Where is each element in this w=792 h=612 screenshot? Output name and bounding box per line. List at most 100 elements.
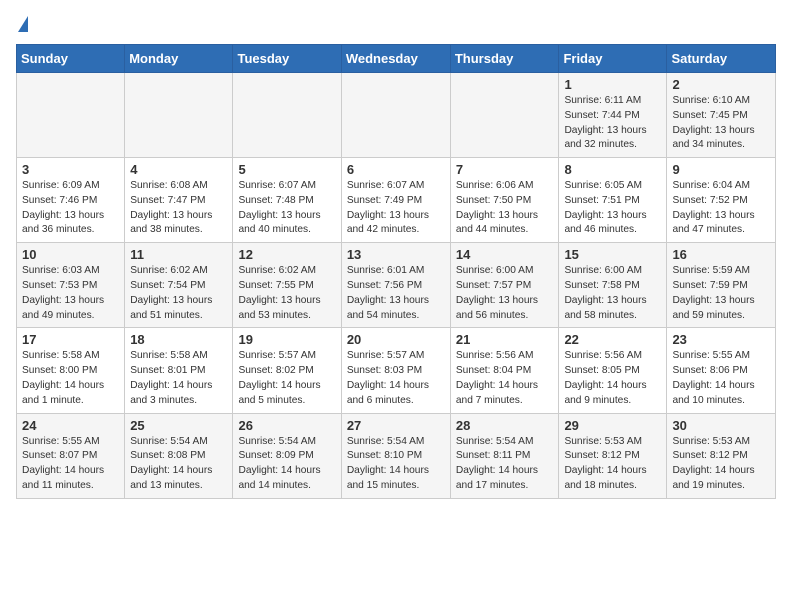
calendar-cell: 14 Sunrise: 6:00 AMSunset: 7:57 PMDayligh… — [450, 243, 559, 328]
day-number: 27 — [347, 418, 445, 433]
calendar-cell: 15 Sunrise: 6:00 AMSunset: 7:58 PMDayligh… — [559, 243, 667, 328]
day-info: Sunrise: 6:00 AMSunset: 7:58 PMDaylight:… — [564, 264, 661, 323]
calendar-cell: 7 Sunrise: 6:06 AMSunset: 7:50 PMDaylight… — [450, 158, 559, 243]
calendar-cell: 23 Sunrise: 5:55 AMSunset: 8:06 PMDayligh… — [667, 328, 776, 413]
calendar-cell: 3Sunrise: 6:09 AMSunset: 7:46 PMDaylight… — [17, 158, 125, 243]
day-info: Sunrise: 5:54 AMSunset: 8:11 PMDaylight:… — [456, 435, 554, 494]
page-header — [16, 16, 776, 32]
weekday-header-monday: Monday — [125, 45, 233, 73]
day-info: Sunrise: 6:04 AMSunset: 7:52 PMDaylight:… — [672, 179, 770, 238]
day-number: 15 — [564, 247, 661, 262]
day-info: Sunrise: 5:54 AMSunset: 8:09 PMDaylight:… — [238, 435, 335, 494]
weekday-header-thursday: Thursday — [450, 45, 559, 73]
calendar-cell — [125, 73, 233, 158]
calendar-cell: 26 Sunrise: 5:54 AMSunset: 8:09 PMDayligh… — [233, 413, 341, 498]
calendar-cell: 10Sunrise: 6:03 AMSunset: 7:53 PMDayligh… — [17, 243, 125, 328]
day-number: 13 — [347, 247, 445, 262]
calendar-cell: 20Sunrise: 5:57 AMSunset: 8:03 PMDayligh… — [341, 328, 450, 413]
calendar-cell: 1 Sunrise: 6:11 AMSunset: 7:44 PMDaylight… — [559, 73, 667, 158]
day-number: 6 — [347, 162, 445, 177]
day-info: Sunrise: 6:02 AMSunset: 7:54 PMDaylight:… — [130, 264, 227, 323]
day-number: 18 — [130, 332, 227, 347]
day-number: 23 — [672, 332, 770, 347]
calendar-cell: 19 Sunrise: 5:57 AMSunset: 8:02 PMDayligh… — [233, 328, 341, 413]
day-info: Sunrise: 5:54 AMSunset: 8:08 PMDaylight:… — [130, 435, 227, 494]
day-info: Sunrise: 5:57 AMSunset: 8:03 PMDaylight:… — [347, 349, 445, 408]
day-number: 2 — [672, 77, 770, 92]
calendar-week-1: 1 Sunrise: 6:11 AMSunset: 7:44 PMDaylight… — [17, 73, 776, 158]
day-info: Sunrise: 6:01 AMSunset: 7:56 PMDaylight:… — [347, 264, 445, 323]
day-info: Sunrise: 6:07 AMSunset: 7:49 PMDaylight:… — [347, 179, 445, 238]
day-info: Sunrise: 5:58 AMSunset: 8:01 PMDaylight:… — [130, 349, 227, 408]
calendar-cell: 13 Sunrise: 6:01 AMSunset: 7:56 PMDayligh… — [341, 243, 450, 328]
calendar-cell: 8 Sunrise: 6:05 AMSunset: 7:51 PMDaylight… — [559, 158, 667, 243]
day-number: 16 — [672, 247, 770, 262]
calendar-cell: 11 Sunrise: 6:02 AMSunset: 7:54 PMDayligh… — [125, 243, 233, 328]
calendar-cell: 6 Sunrise: 6:07 AMSunset: 7:49 PMDaylight… — [341, 158, 450, 243]
weekday-header-wednesday: Wednesday — [341, 45, 450, 73]
weekday-header-friday: Friday — [559, 45, 667, 73]
day-number: 30 — [672, 418, 770, 433]
day-info: Sunrise: 5:58 AMSunset: 8:00 PMDaylight:… — [22, 349, 119, 408]
calendar-cell — [341, 73, 450, 158]
calendar-cell: 17 Sunrise: 5:58 AMSunset: 8:00 PMDayligh… — [17, 328, 125, 413]
logo-triangle-icon — [18, 16, 28, 32]
calendar-table: SundayMondayTuesdayWednesdayThursdayFrid… — [16, 44, 776, 499]
calendar-cell: 5 Sunrise: 6:07 AMSunset: 7:48 PMDaylight… — [233, 158, 341, 243]
day-info: Sunrise: 6:08 AMSunset: 7:47 PMDaylight:… — [130, 179, 227, 238]
calendar-cell: 25 Sunrise: 5:54 AMSunset: 8:08 PMDayligh… — [125, 413, 233, 498]
day-number: 21 — [456, 332, 554, 347]
day-info: Sunrise: 5:53 AMSunset: 8:12 PMDaylight:… — [564, 435, 661, 494]
day-info: Sunrise: 5:56 AMSunset: 8:04 PMDaylight:… — [456, 349, 554, 408]
day-info: Sunrise: 5:53 AMSunset: 8:12 PMDaylight:… — [672, 435, 770, 494]
day-number: 17 — [22, 332, 119, 347]
calendar-cell: 21 Sunrise: 5:56 AMSunset: 8:04 PMDayligh… — [450, 328, 559, 413]
day-info: Sunrise: 5:57 AMSunset: 8:02 PMDaylight:… — [238, 349, 335, 408]
calendar-cell: 24 Sunrise: 5:55 AMSunset: 8:07 PMDayligh… — [17, 413, 125, 498]
day-number: 8 — [564, 162, 661, 177]
day-number: 9 — [672, 162, 770, 177]
logo — [16, 16, 28, 32]
calendar-week-3: 10Sunrise: 6:03 AMSunset: 7:53 PMDayligh… — [17, 243, 776, 328]
day-number: 7 — [456, 162, 554, 177]
day-info: Sunrise: 5:55 AMSunset: 8:07 PMDaylight:… — [22, 435, 119, 494]
calendar-cell — [233, 73, 341, 158]
day-number: 14 — [456, 247, 554, 262]
day-number: 5 — [238, 162, 335, 177]
calendar-cell: 2Sunrise: 6:10 AMSunset: 7:45 PMDaylight… — [667, 73, 776, 158]
day-info: Sunrise: 5:55 AMSunset: 8:06 PMDaylight:… — [672, 349, 770, 408]
calendar-week-4: 17 Sunrise: 5:58 AMSunset: 8:00 PMDayligh… — [17, 328, 776, 413]
calendar-cell: 30 Sunrise: 5:53 AMSunset: 8:12 PMDayligh… — [667, 413, 776, 498]
day-info: Sunrise: 6:09 AMSunset: 7:46 PMDaylight:… — [22, 179, 119, 238]
day-number: 11 — [130, 247, 227, 262]
calendar-cell: 28Sunrise: 5:54 AMSunset: 8:11 PMDayligh… — [450, 413, 559, 498]
calendar-cell: 27Sunrise: 5:54 AMSunset: 8:10 PMDayligh… — [341, 413, 450, 498]
day-info: Sunrise: 6:00 AMSunset: 7:57 PMDaylight:… — [456, 264, 554, 323]
day-number: 4 — [130, 162, 227, 177]
day-number: 19 — [238, 332, 335, 347]
day-number: 25 — [130, 418, 227, 433]
calendar-cell: 29 Sunrise: 5:53 AMSunset: 8:12 PMDayligh… — [559, 413, 667, 498]
calendar-cell: 9 Sunrise: 6:04 AMSunset: 7:52 PMDaylight… — [667, 158, 776, 243]
day-info: Sunrise: 6:11 AMSunset: 7:44 PMDaylight:… — [564, 94, 661, 153]
day-number: 1 — [564, 77, 661, 92]
calendar-cell — [450, 73, 559, 158]
calendar-week-2: 3Sunrise: 6:09 AMSunset: 7:46 PMDaylight… — [17, 158, 776, 243]
day-number: 26 — [238, 418, 335, 433]
day-info: Sunrise: 5:56 AMSunset: 8:05 PMDaylight:… — [564, 349, 661, 408]
day-info: Sunrise: 6:06 AMSunset: 7:50 PMDaylight:… — [456, 179, 554, 238]
day-number: 12 — [238, 247, 335, 262]
calendar-header-row: SundayMondayTuesdayWednesdayThursdayFrid… — [17, 45, 776, 73]
day-number: 22 — [564, 332, 661, 347]
weekday-header-sunday: Sunday — [17, 45, 125, 73]
weekday-header-tuesday: Tuesday — [233, 45, 341, 73]
day-number: 24 — [22, 418, 119, 433]
calendar-cell: 4 Sunrise: 6:08 AMSunset: 7:47 PMDaylight… — [125, 158, 233, 243]
calendar-cell — [17, 73, 125, 158]
day-number: 29 — [564, 418, 661, 433]
day-info: Sunrise: 6:03 AMSunset: 7:53 PMDaylight:… — [22, 264, 119, 323]
calendar-cell: 12Sunrise: 6:02 AMSunset: 7:55 PMDayligh… — [233, 243, 341, 328]
day-info: Sunrise: 6:05 AMSunset: 7:51 PMDaylight:… — [564, 179, 661, 238]
calendar-week-5: 24 Sunrise: 5:55 AMSunset: 8:07 PMDayligh… — [17, 413, 776, 498]
day-info: Sunrise: 6:07 AMSunset: 7:48 PMDaylight:… — [238, 179, 335, 238]
